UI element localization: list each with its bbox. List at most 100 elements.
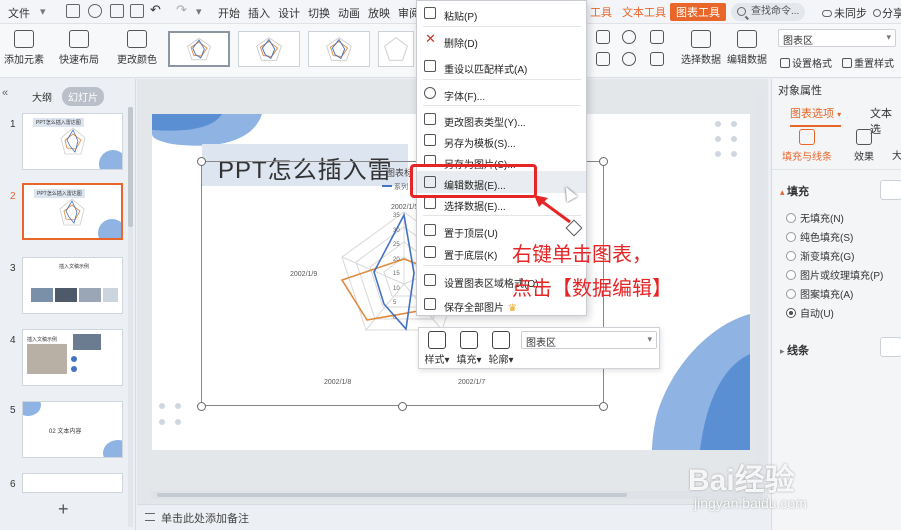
mini-element-select[interactable]: 图表区 [521,331,657,349]
resize-handle[interactable] [197,157,206,166]
tab-outline[interactable]: 大纲 [26,87,58,106]
menu-item-reset-style[interactable]: 重设以匹配样式(A) [417,55,586,77]
outline-button[interactable] [622,52,642,66]
resize-handle[interactable] [599,402,608,411]
select-data-button[interactable]: 选择数据 [680,26,722,66]
sync-status[interactable]: 未同步 [822,5,867,21]
slides-scrollbar[interactable] [128,107,133,527]
select-data-label: 选择数据 [681,55,721,66]
radio-solid-fill[interactable]: 纯色填充(S) [786,229,853,244]
file-dropdown-icon[interactable]: ▾ [40,5,46,18]
command-search[interactable]: 查找命令... [731,3,805,21]
slide-thumbnail-2[interactable]: PPT怎么插入雷达图 [22,183,123,240]
watermark-url: jingyan.baidu.com [694,495,807,511]
radio-no-fill[interactable]: 无填充(N) [786,210,844,225]
menu-item-change-chart-type[interactable]: 更改图表类型(Y)... [417,108,586,130]
chart-style-thumb-1[interactable] [168,31,230,67]
tab-slides[interactable]: 幻灯片 [62,87,104,106]
slide-thumb-image [31,288,53,302]
canvas-horizontal-scrollbar[interactable] [151,491,763,499]
section-fill[interactable]: 填充 [780,183,809,199]
tab-insert[interactable]: 插入 [248,5,270,21]
radar-style-preview [256,37,282,61]
line-color-box[interactable] [880,337,901,357]
radio-pattern-fill[interactable]: 图案填充(A) [786,286,853,301]
fill-color-box[interactable] [880,180,901,200]
chart-area-select[interactable]: 图表区 ▾ [778,29,896,47]
file-menu[interactable]: 文件 [8,5,30,21]
edit-data-button[interactable]: 编辑数据 [726,26,768,66]
resize-handle[interactable] [599,157,608,166]
menu-item-delete[interactable]: 删除(D) [417,29,586,51]
tab-text-tools[interactable]: 文本工具 [622,4,666,20]
sync-icon[interactable] [88,4,102,18]
radio-picture-fill[interactable]: 图片或纹理填充(P) [786,267,883,282]
fill-button[interactable] [596,52,616,66]
reset-style-button[interactable]: 重置样式 [842,55,894,70]
tab-home[interactable]: 开始 [218,5,240,21]
pie-icon [622,52,636,66]
slide-thumbnail-3[interactable]: 插入文稿示例 [22,257,123,314]
tab-animation[interactable]: 动画 [338,5,360,21]
chart-style-thumb-4[interactable] [378,31,414,67]
canvas-vertical-scrollbar[interactable] [758,90,766,490]
mini-outline-button[interactable]: 轮廓▾ [487,331,515,366]
redo-icon[interactable]: ↷ [176,2,187,18]
slides-scroll-thumb[interactable] [128,107,133,227]
undo-icon[interactable]: ↶ [150,2,161,18]
slide-thumbnail-1[interactable]: PPT怎么插入雷达图 [22,113,123,170]
slide-thumbnail-6[interactable] [22,473,123,493]
chart-element-button[interactable] [596,30,616,44]
add-element-label: 添加元素 [4,55,44,66]
save-all-images-icon [424,298,436,310]
qat-more-icon[interactable]: ▾ [196,5,202,18]
section-line[interactable]: 线条 [780,342,809,358]
tab-tools[interactable]: 工具 [590,4,612,20]
resize-handle[interactable] [197,402,206,411]
print-icon[interactable] [110,4,124,18]
quick-layout-button[interactable]: 快速布局 [56,26,102,66]
tab-slideshow[interactable]: 放映 [368,5,390,21]
share-button[interactable]: 分享 [873,5,901,21]
slide-thumbnail-4[interactable]: 插入文稿示例 [22,329,123,386]
subtab-size[interactable]: 大 [892,147,901,162]
save-icon[interactable] [66,4,80,18]
format-area-icon [424,274,436,286]
mini-style-button[interactable]: 样式▾ [423,331,451,366]
collapse-panel-icon[interactable]: « [2,87,8,99]
chart-style-thumb-3[interactable] [308,31,370,67]
slide-thumbnail-5[interactable]: 02 文本内容 [22,401,123,458]
layout-button[interactable] [650,30,670,44]
preview-icon[interactable] [130,4,144,18]
canvas-scroll-thumb[interactable] [157,493,627,497]
menu-item-font[interactable]: 字体(F)... [417,82,586,104]
menu-item-label: 更改图表类型(Y)... [444,118,526,129]
resize-handle[interactable] [398,402,407,411]
radar-style-preview [384,37,408,61]
subtab-fill-line[interactable]: 填充与线条 [782,129,832,163]
mini-fill-button[interactable]: 填充▾ [455,331,483,366]
quick-layout-label: 快速布局 [59,55,99,66]
radio-gradient-fill[interactable]: 渐变填充(G) [786,248,854,263]
menu-item-paste[interactable]: 粘贴(P) [417,2,586,24]
chevron-down-icon: ▾ [837,110,842,119]
subtab-effects[interactable]: 效果 [850,129,878,163]
menu-item-save-template[interactable]: 另存为模板(S)... [417,129,586,151]
tab-chart-tools[interactable]: 图表工具 [670,3,726,21]
slide-number: 1 [10,119,16,130]
radio-auto-fill[interactable]: 自动(U) [786,305,834,320]
shape-style-button[interactable] [622,30,642,44]
chevron-down-icon: ▾ [476,355,482,366]
menu-item-label: 另存为模板(S)... [444,139,516,150]
set-format-button[interactable]: 设置格式 [780,55,832,70]
align-button[interactable] [650,52,670,66]
tab-transition[interactable]: 切换 [308,5,330,21]
tab-design[interactable]: 设计 [278,5,300,21]
chart-style-thumb-2[interactable] [238,31,300,67]
add-element-button[interactable]: 添加元素 [4,26,44,66]
tab-chart-options[interactable]: 图表选项 ▾ [790,105,842,127]
notes-area[interactable]: 单击此处添加备注 [137,504,768,530]
change-color-button[interactable]: 更改颜色 [114,26,160,66]
set-format-label: 设置格式 [792,59,832,70]
add-slide-button[interactable]: + [58,499,69,520]
